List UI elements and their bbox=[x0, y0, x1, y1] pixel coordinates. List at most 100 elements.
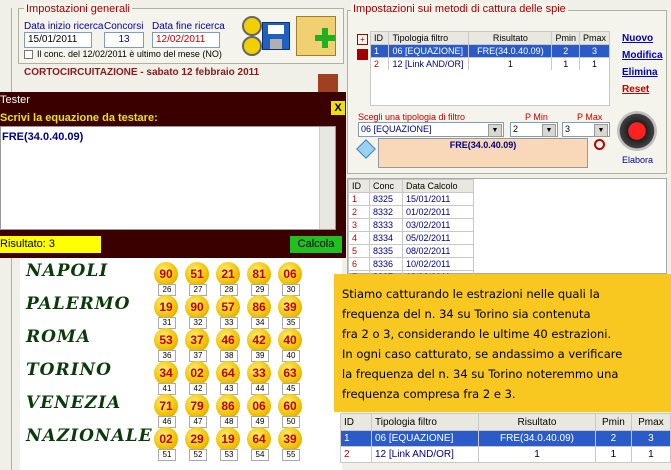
number-ball[interactable]: 19 bbox=[154, 295, 178, 319]
modifica-link[interactable]: Modifica bbox=[622, 50, 663, 61]
number-ball[interactable]: 21 bbox=[216, 262, 240, 286]
note-line: In ogni caso catturato, se andassimo a v… bbox=[342, 347, 623, 361]
end-date-value: 12/02/2011 bbox=[156, 34, 206, 45]
filter-equation-text: FRE(34.0.40.09) bbox=[449, 140, 517, 150]
number-ball[interactable]: 53 bbox=[154, 328, 178, 352]
number-ball[interactable]: 57 bbox=[216, 295, 240, 319]
conc-cell: 8334 bbox=[369, 231, 403, 245]
draw-title: CORTOCIRCUITAZIONE - sabato 12 febbraio … bbox=[24, 67, 260, 78]
filters-row[interactable]: 1 06 [EQUAZIONE] FRE(34.0.40.09) 2 3 bbox=[369, 44, 611, 58]
filter-equation-box[interactable]: FRE(34.0.40.09) bbox=[378, 138, 588, 168]
filters-cell: 1 bbox=[369, 44, 390, 58]
conc-row[interactable]: 1 8325 15/01/2011 bbox=[348, 192, 474, 206]
pmax-select[interactable]: 3 ▼ bbox=[562, 122, 610, 137]
conc-cell: 05/02/2011 bbox=[402, 231, 474, 245]
filters-cell: 12 [Link AND/OR] bbox=[388, 57, 470, 71]
number-ball[interactable]: 86 bbox=[216, 394, 240, 418]
number-ball[interactable]: 64 bbox=[247, 427, 271, 451]
conc-cell: 8332 bbox=[369, 205, 403, 219]
number-ball[interactable]: 79 bbox=[185, 394, 209, 418]
number-ball[interactable]: 02 bbox=[185, 361, 209, 385]
number-ball[interactable]: 46 bbox=[216, 328, 240, 352]
bottom-col-type: Tipologia filtro bbox=[371, 413, 479, 431]
bottom-cell: 1 bbox=[340, 430, 372, 447]
calcola-button[interactable]: Calcola bbox=[290, 236, 342, 253]
conc-table: ID Conc Data Calcolo 1 8325 15/01/2011 2 833… bbox=[348, 179, 474, 284]
bottom-filters-table: ID Tipologia filtro Risultato Pmin Pmax … bbox=[340, 413, 671, 463]
conc-col-date: Data Calcolo bbox=[402, 179, 474, 193]
elimina-link[interactable]: Elimina bbox=[622, 67, 658, 78]
number-ball[interactable]: 64 bbox=[216, 361, 240, 385]
no-entry-icon[interactable] bbox=[594, 139, 605, 150]
conc-row[interactable]: 2 8332 01/02/2011 bbox=[348, 205, 474, 219]
number-ball[interactable]: 19 bbox=[216, 427, 240, 451]
number-ball[interactable]: 51 bbox=[185, 262, 209, 286]
concorsi-field[interactable]: 13 bbox=[104, 32, 144, 48]
reset-link[interactable]: Reset bbox=[622, 84, 649, 95]
bottom-cell: 06 [EQUAZIONE] bbox=[371, 430, 479, 447]
number-ball[interactable]: 90 bbox=[185, 295, 209, 319]
bottom-header-row: ID Tipologia filtro Risultato Pmin Pmax bbox=[340, 413, 671, 431]
conc-cell: 6 bbox=[348, 257, 370, 271]
filters-row[interactable]: 2 12 [Link AND/OR] 1 1 1 bbox=[369, 57, 611, 71]
number-ball[interactable]: 33 bbox=[247, 361, 271, 385]
number-ball[interactable]: 81 bbox=[247, 262, 271, 286]
bottom-cell: 12 [Link AND/OR] bbox=[371, 446, 479, 463]
tester-close-button[interactable]: X bbox=[331, 101, 345, 115]
conc-row[interactable]: 4 8334 05/02/2011 bbox=[348, 231, 474, 245]
number-ball[interactable]: 86 bbox=[247, 295, 271, 319]
number-ball[interactable]: 06 bbox=[247, 394, 271, 418]
save-icon[interactable] bbox=[262, 22, 290, 50]
end-date-field[interactable]: 12/02/2011 bbox=[152, 32, 220, 48]
wheel-city: NAPOLI bbox=[26, 261, 109, 281]
start-date-value: 15/01/2011 bbox=[28, 34, 78, 45]
start-date-field[interactable]: 15/01/2011 bbox=[24, 32, 92, 48]
bottom-col-id: ID bbox=[340, 413, 372, 431]
wheel-city: NAZIONALE bbox=[26, 426, 153, 446]
textarea-scrollbar[interactable] bbox=[319, 127, 335, 229]
number-ball[interactable]: 60 bbox=[278, 394, 302, 418]
number-ball[interactable]: 40 bbox=[278, 328, 302, 352]
number-ball[interactable]: 90 bbox=[154, 262, 178, 286]
pmin-label: P Min bbox=[525, 112, 548, 122]
number-ball[interactable]: 34 bbox=[154, 361, 178, 385]
delete-filter-icon[interactable] bbox=[357, 49, 368, 60]
bottom-col-result: Risultato bbox=[478, 413, 596, 431]
conc-cell: 01/02/2011 bbox=[402, 205, 474, 219]
filters-cell: 1 bbox=[578, 57, 611, 71]
number-ball[interactable]: 42 bbox=[247, 328, 271, 352]
pmax-value: 3 bbox=[565, 124, 571, 134]
start-date-label: Data inizio ricerca bbox=[24, 21, 104, 32]
conc-cell: 1 bbox=[348, 192, 370, 206]
filters-col-pmax: Pmax bbox=[578, 31, 611, 45]
filter-type-select[interactable]: 06 [EQUAZIONE] ▼ bbox=[358, 122, 504, 137]
number-ball[interactable]: 71 bbox=[154, 394, 178, 418]
conc-row[interactable]: 5 8335 08/02/2011 bbox=[348, 244, 474, 258]
filters-cell: 1 bbox=[468, 57, 553, 71]
conc-cell: 5 bbox=[348, 244, 370, 258]
lotto-icon[interactable] bbox=[240, 16, 262, 58]
number-ball[interactable]: 37 bbox=[185, 328, 209, 352]
concorsi-value: 13 bbox=[118, 34, 130, 45]
number-ball[interactable]: 29 bbox=[185, 427, 209, 451]
filters-cell: 2 bbox=[551, 44, 580, 58]
number-ball[interactable]: 63 bbox=[278, 361, 302, 385]
nuovo-link[interactable]: Nuovo bbox=[622, 33, 653, 44]
conc-row[interactable]: 6 8336 10/02/2011 bbox=[348, 257, 474, 271]
pmin-select[interactable]: 2 ▼ bbox=[510, 122, 558, 137]
number-ball[interactable]: 39 bbox=[278, 295, 302, 319]
chevron-down-icon: ▼ bbox=[542, 124, 556, 137]
equation-textarea[interactable]: FRE(34.0.40.09) bbox=[0, 126, 336, 230]
number-ball[interactable]: 06 bbox=[278, 262, 302, 286]
add-filter-icon[interactable]: + bbox=[357, 34, 368, 45]
elabora-button[interactable] bbox=[617, 111, 657, 151]
number-ball[interactable]: 39 bbox=[278, 427, 302, 451]
last-of-month-checkbox[interactable] bbox=[24, 50, 33, 59]
bottom-col-pmax: Pmax bbox=[630, 413, 671, 431]
conc-row[interactable]: 3 8333 03/02/2011 bbox=[348, 218, 474, 232]
ball-index-label: 53 bbox=[220, 449, 238, 461]
bottom-row[interactable]: 2 12 [Link AND/OR] 1 1 1 bbox=[340, 446, 671, 463]
new-file-icon[interactable] bbox=[296, 16, 336, 56]
number-ball[interactable]: 02 bbox=[154, 427, 178, 451]
bottom-row[interactable]: 1 06 [EQUAZIONE] FRE(34.0.40.09) 2 3 bbox=[340, 430, 671, 447]
